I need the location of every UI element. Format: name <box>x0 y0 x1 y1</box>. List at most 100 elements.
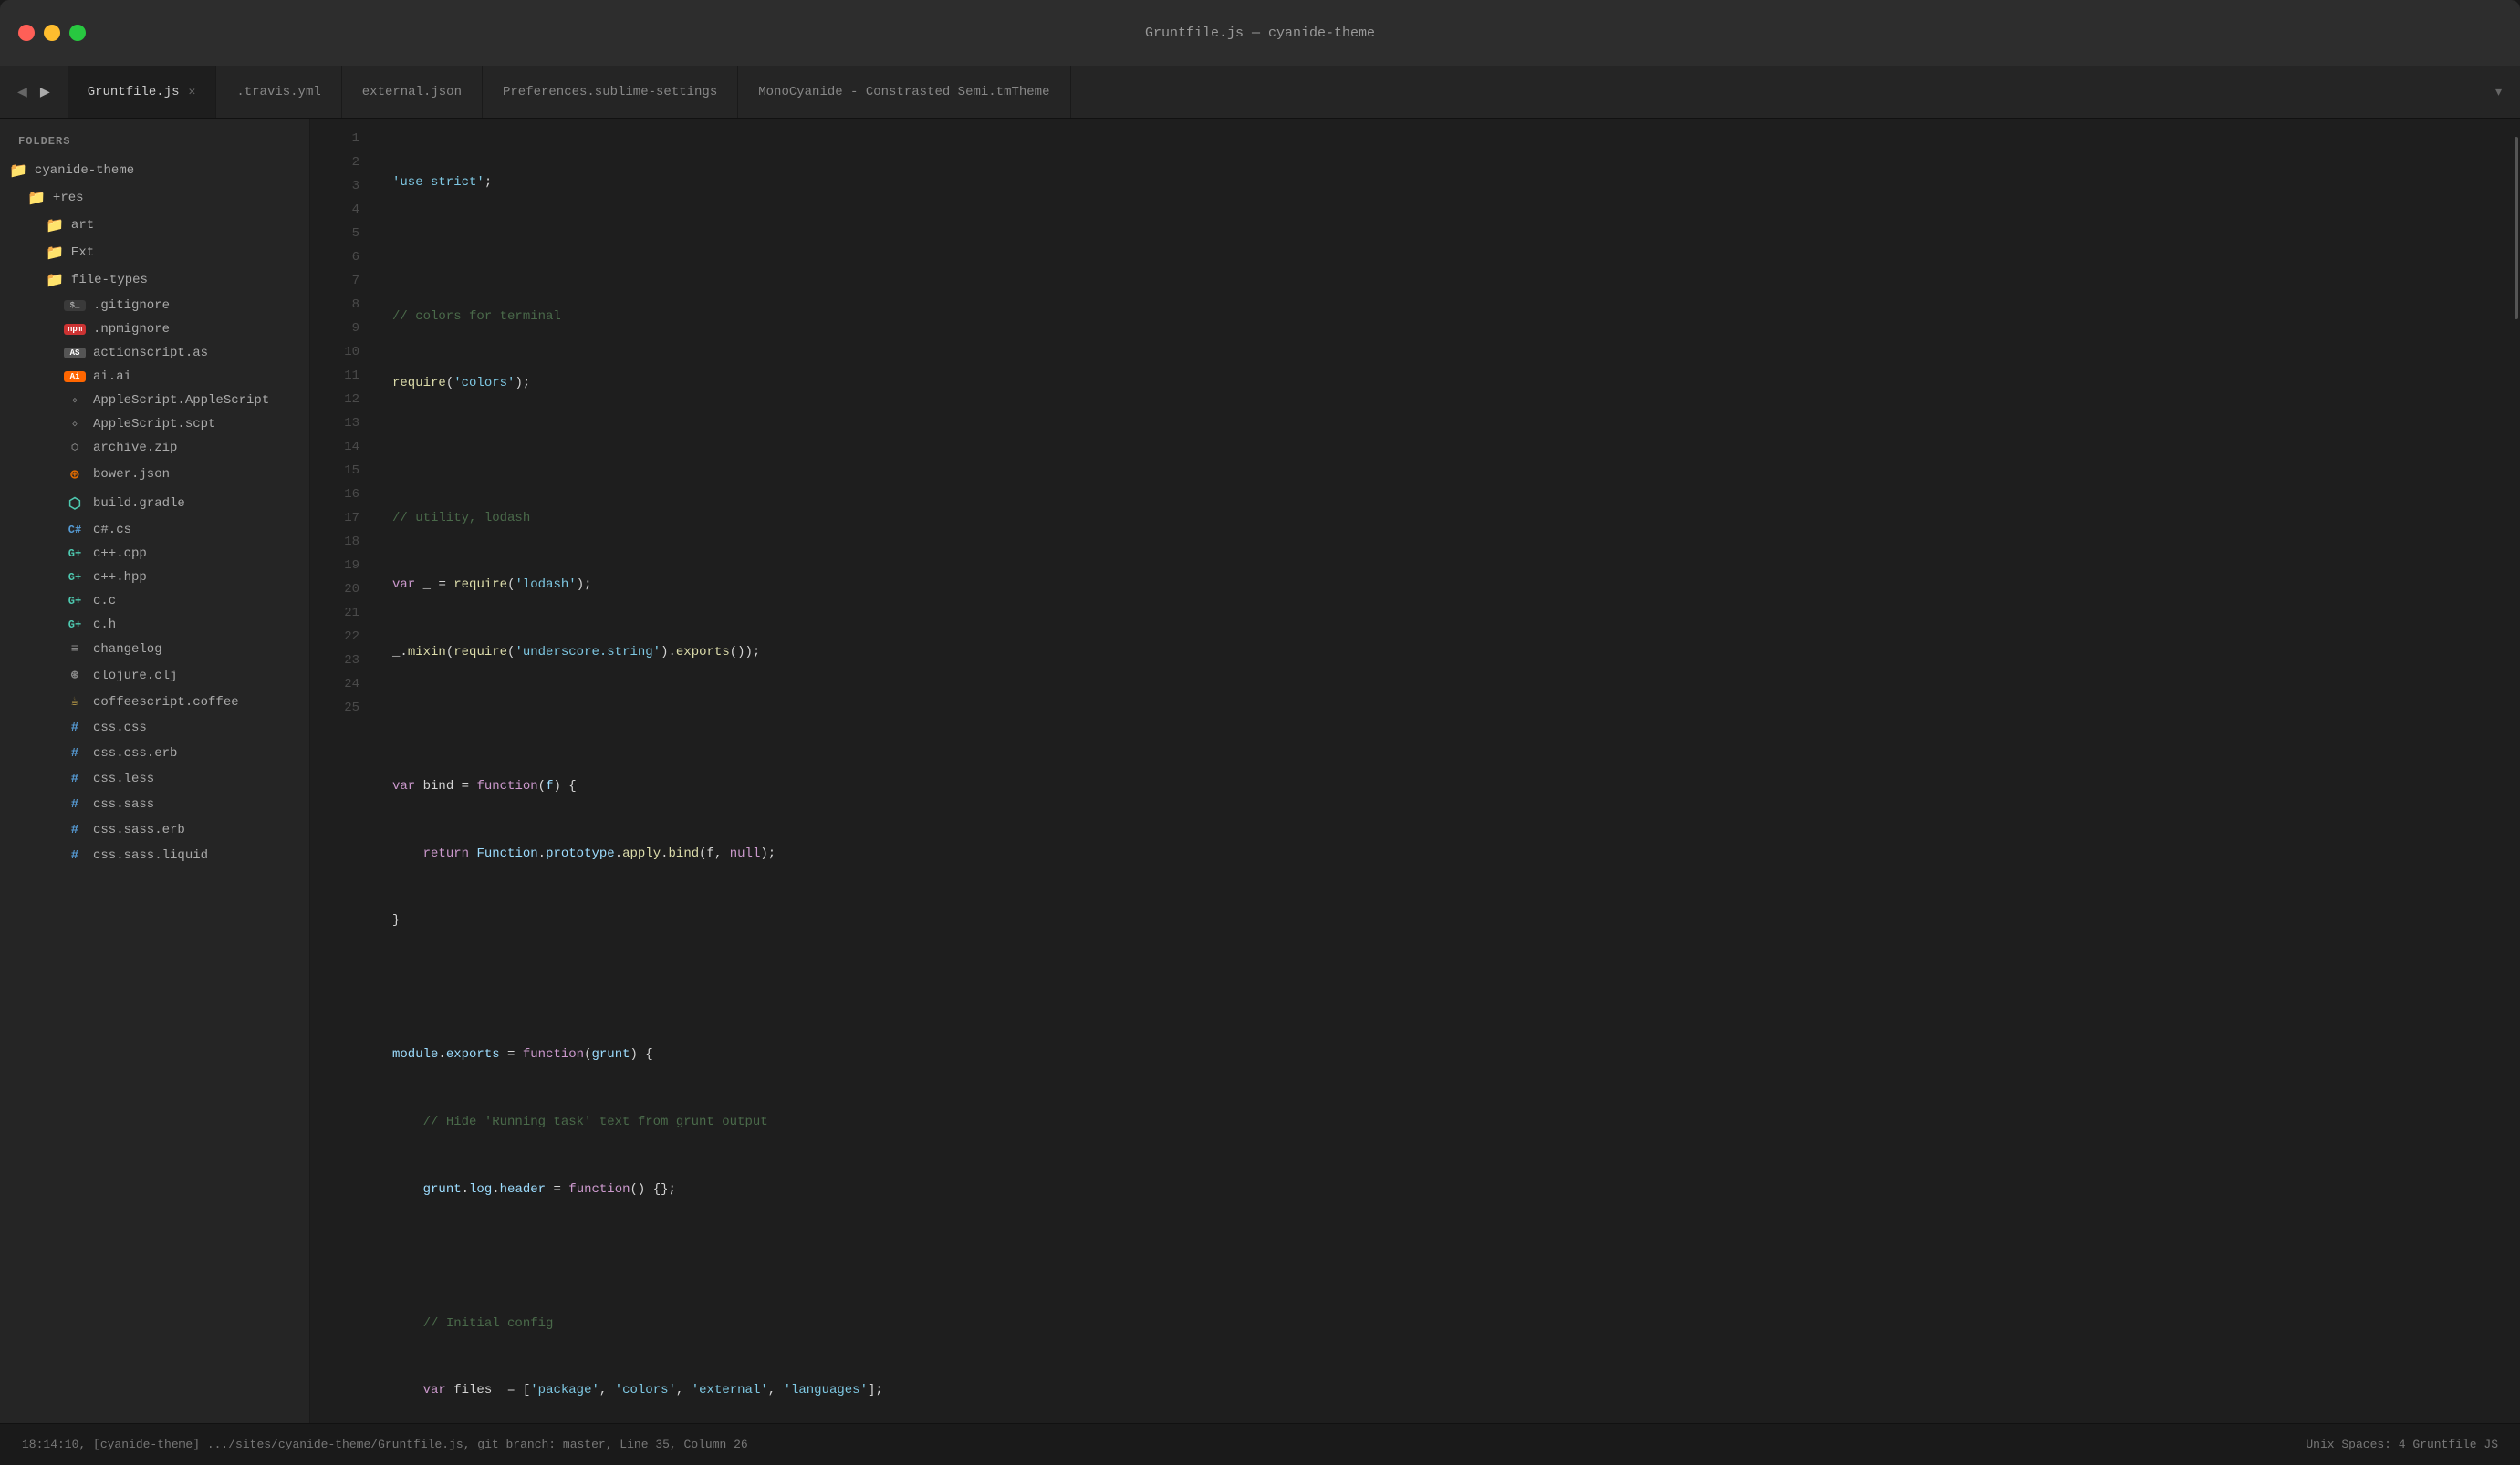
line-num-2: 2 <box>310 151 374 175</box>
window-title: Gruntfile.js — cyanide-theme <box>1145 26 1375 41</box>
code-line-18: // Initial config <box>392 1313 2507 1336</box>
sidebar-item-applescript1[interactable]: ◇ AppleScript.AppleScript <box>0 389 309 412</box>
file-badge-css3: # <box>64 771 86 787</box>
file-badge-npmignore: npm <box>64 324 86 335</box>
code-content[interactable]: 'use strict'; // colors for terminal req… <box>374 119 2507 1423</box>
sidebar-item-ch[interactable]: G+ c.h <box>0 613 309 637</box>
sidebar-item-css4[interactable]: # css.sass <box>0 792 309 817</box>
line-num-19: 19 <box>310 555 374 578</box>
sidebar-item-cyanide-theme[interactable]: 📁 cyanide-theme <box>0 157 309 184</box>
sidebar-item-css2[interactable]: # css.css.erb <box>0 741 309 766</box>
code-line-4: require('colors'); <box>392 372 2507 396</box>
sidebar-item-label: css.css.erb <box>93 746 177 761</box>
code-line-13 <box>392 977 2507 1001</box>
scrollbar-thumb[interactable] <box>2515 137 2518 319</box>
line-num-14: 14 <box>310 436 374 460</box>
sidebar-item-label: c#.cs <box>93 523 131 537</box>
sidebar-item-coffee[interactable]: ☕ coffeescript.coffee <box>0 689 309 715</box>
file-badge-gitignore: $_ <box>64 300 86 311</box>
tab-preferences[interactable]: Preferences.sublime-settings <box>483 66 738 118</box>
file-badge-bower: ⊕ <box>64 464 86 484</box>
close-button[interactable] <box>18 25 35 41</box>
sidebar-item-res[interactable]: 📁 +res <box>0 184 309 212</box>
tab-dropdown-button[interactable]: ▾ <box>2477 66 2520 118</box>
sidebar-item-label: c++.hpp <box>93 570 147 585</box>
file-badge-cc: G+ <box>64 594 86 608</box>
sidebar-item-label: archive.zip <box>93 441 177 455</box>
tab-nav: ◀ ▶ <box>0 66 68 118</box>
sidebar-item-csharp[interactable]: C# c#.cs <box>0 518 309 542</box>
sidebar-item-bower[interactable]: ⊕ bower.json <box>0 460 309 489</box>
sidebar-item-label: css.sass.liquid <box>93 848 208 863</box>
sidebar-item-label: css.css <box>93 721 147 735</box>
sidebar-item-cc[interactable]: G+ c.c <box>0 589 309 613</box>
sidebar-item-label: .npmignore <box>93 322 170 337</box>
line-num-4: 4 <box>310 199 374 223</box>
sidebar-item-css1[interactable]: # css.css <box>0 715 309 741</box>
sidebar-item-clj[interactable]: ⊛ clojure.clj <box>0 662 309 689</box>
sidebar-item-label: bower.json <box>93 467 170 482</box>
file-badge-ch: G+ <box>64 618 86 632</box>
sidebar-item-zip[interactable]: ⬡ archive.zip <box>0 436 309 460</box>
sidebar-item-gitignore[interactable]: $_ .gitignore <box>0 294 309 317</box>
line-num-22: 22 <box>310 626 374 649</box>
file-badge-cpp1: G+ <box>64 546 86 561</box>
sidebar-item-label: c++.cpp <box>93 546 147 561</box>
sidebar-item-cpp2[interactable]: G+ c++.hpp <box>0 566 309 589</box>
sidebar-item-label: AppleScript.scpt <box>93 417 215 431</box>
code-line-3: // colors for terminal <box>392 306 2507 329</box>
sidebar-item-file-types[interactable]: 📁 file-types <box>0 266 309 294</box>
file-badge-cpp2: G+ <box>64 570 86 585</box>
sidebar-item-label: clojure.clj <box>93 669 177 683</box>
file-badge-csharp: C# <box>64 523 86 537</box>
tab-travis[interactable]: .travis.yml <box>216 66 341 118</box>
tab-gruntfile-close[interactable]: ✕ <box>189 85 196 99</box>
file-badge-ai: Ai <box>64 371 86 382</box>
code-line-2 <box>392 238 2507 262</box>
folder-icon: 📁 <box>46 271 64 289</box>
sidebar-item-actionscript[interactable]: AS actionscript.as <box>0 341 309 365</box>
line-num-23: 23 <box>310 649 374 673</box>
line-num-8: 8 <box>310 294 374 317</box>
sidebar-item-npmignore[interactable]: npm .npmignore <box>0 317 309 341</box>
line-num-15: 15 <box>310 460 374 483</box>
sidebar-item-css3[interactable]: # css.less <box>0 766 309 792</box>
sidebar-item-label: Ext <box>71 245 94 260</box>
tab-forward-button[interactable]: ▶ <box>36 80 55 104</box>
editor: 1 2 3 4 5 6 7 8 9 10 11 12 13 14 15 16 1 <box>310 119 2520 1423</box>
sidebar-item-gradle[interactable]: ⬡ build.gradle <box>0 489 309 518</box>
scrollbar-track[interactable] <box>2507 119 2520 1423</box>
file-badge-coffee: ☕ <box>64 693 86 711</box>
sidebar-item-ext[interactable]: 📁 Ext <box>0 239 309 266</box>
sidebar-item-label: actionscript.as <box>93 346 208 360</box>
code-line-11: return Function.prototype.apply.bind(f, … <box>392 843 2507 867</box>
line-num-24: 24 <box>310 673 374 697</box>
code-line-19: var files = ['package', 'colors', 'exter… <box>392 1379 2507 1403</box>
tab-gruntfile[interactable]: Gruntfile.js ✕ <box>68 66 217 118</box>
sidebar-item-cpp1[interactable]: G+ c++.cpp <box>0 542 309 566</box>
maximize-button[interactable] <box>69 25 86 41</box>
sidebar-item-art[interactable]: 📁 art <box>0 212 309 239</box>
tab-gruntfile-label: Gruntfile.js <box>88 85 180 99</box>
sidebar-item-label: AppleScript.AppleScript <box>93 393 269 408</box>
line-num-16: 16 <box>310 483 374 507</box>
tab-back-button[interactable]: ◀ <box>13 80 32 104</box>
sidebar-item-css5[interactable]: # css.sass.erb <box>0 817 309 843</box>
code-line-14: module.exports = function(grunt) { <box>392 1044 2507 1067</box>
sidebar-item-changelog[interactable]: ≡ changelog <box>0 637 309 662</box>
line-num-21: 21 <box>310 602 374 626</box>
code-line-10: var bind = function(f) { <box>392 775 2507 799</box>
tab-monocyanide[interactable]: MonoCyanide - Constrasted Semi.tmTheme <box>738 66 1070 118</box>
sidebar-item-css6[interactable]: # css.sass.liquid <box>0 843 309 868</box>
statusbar: 18:14:10, [cyanide-theme] .../sites/cyan… <box>0 1423 2520 1465</box>
tab-external[interactable]: external.json <box>342 66 483 118</box>
tab-travis-label: .travis.yml <box>236 85 320 99</box>
minimize-button[interactable] <box>44 25 60 41</box>
code-area[interactable]: 1 2 3 4 5 6 7 8 9 10 11 12 13 14 15 16 1 <box>310 119 2520 1423</box>
code-line-1: 'use strict'; <box>392 171 2507 195</box>
sidebar-item-applescript2[interactable]: ◇ AppleScript.scpt <box>0 412 309 436</box>
sidebar-item-label: art <box>71 218 94 233</box>
sidebar-item-label: css.less <box>93 772 154 786</box>
sidebar-item-label: c.h <box>93 618 116 632</box>
sidebar-item-ai[interactable]: Ai ai.ai <box>0 365 309 389</box>
